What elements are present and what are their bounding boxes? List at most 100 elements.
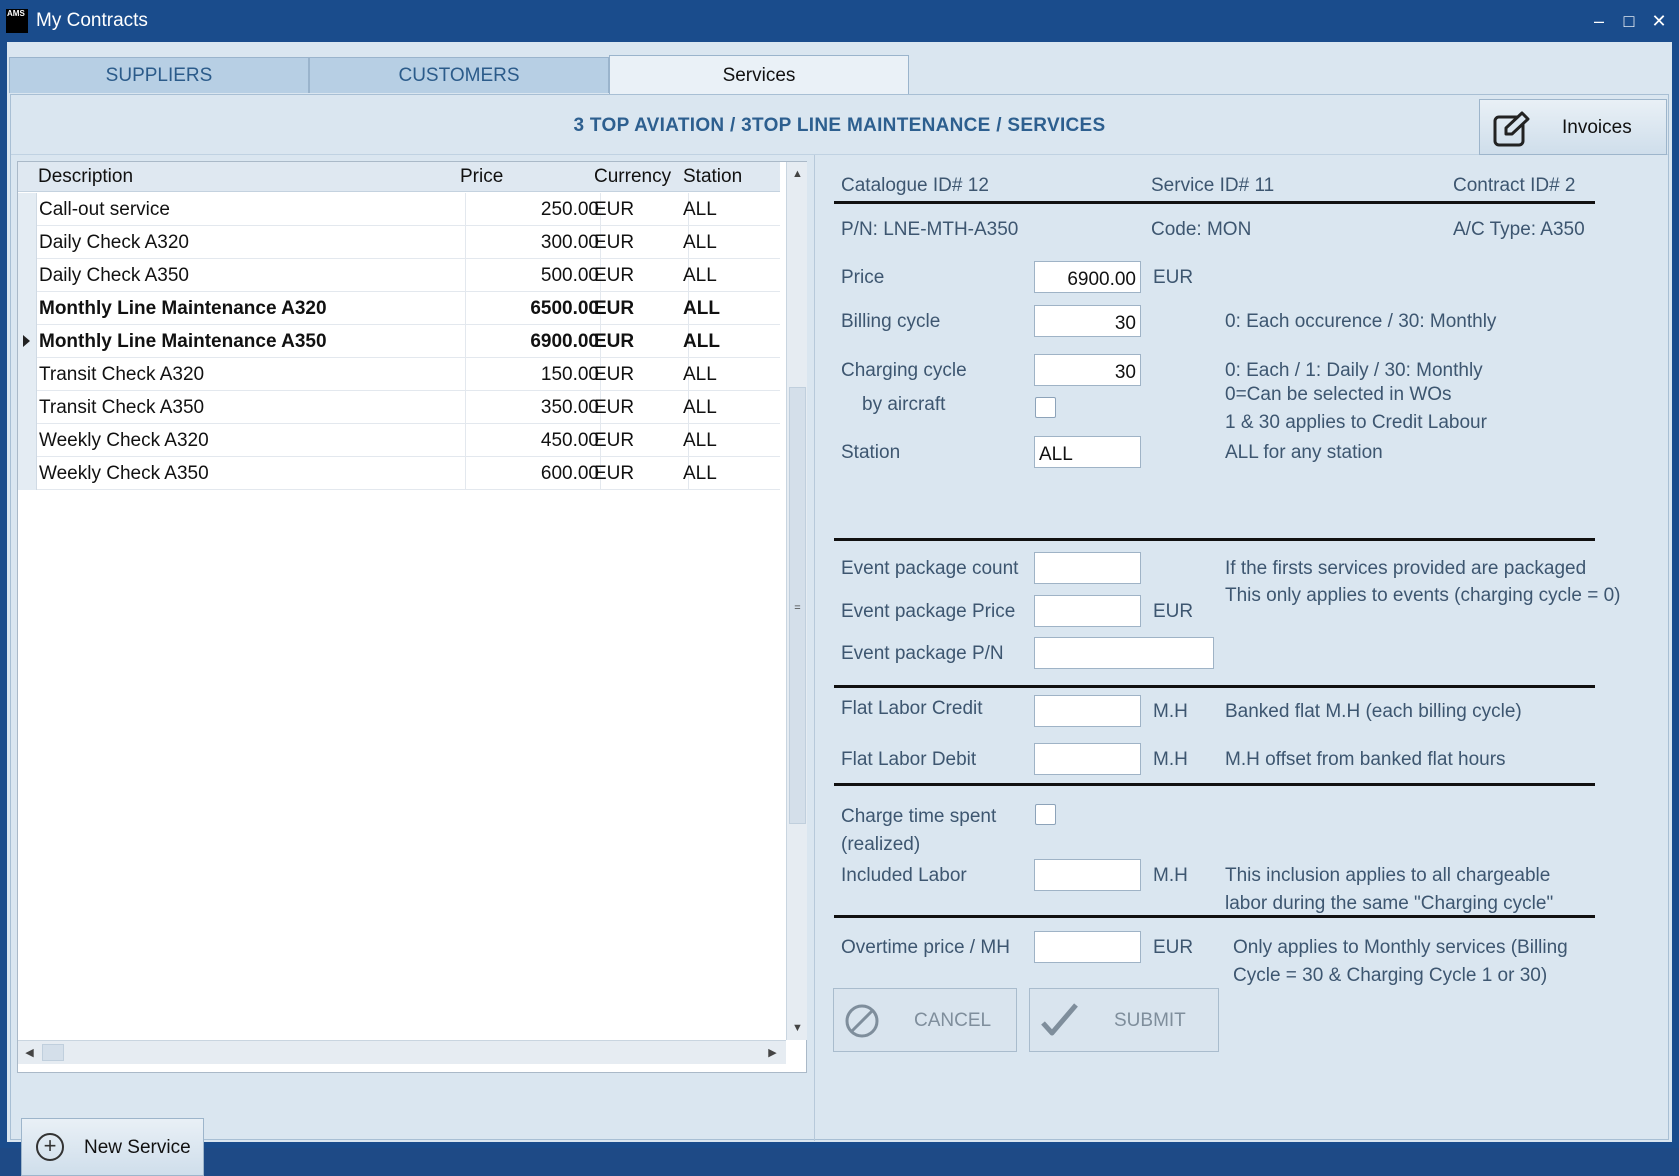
service-code: Code: MON <box>1151 219 1252 240</box>
included-labor-hint-1: This inclusion applies to all chargeable <box>1225 865 1551 886</box>
flat-labor-credit-unit: M.H <box>1153 701 1188 722</box>
cell-station: ALL <box>683 364 717 385</box>
charge-time-spent-checkbox[interactable] <box>1035 804 1056 825</box>
scroll-down-icon[interactable]: ▼ <box>788 1018 807 1038</box>
col-station[interactable]: Station <box>683 166 742 188</box>
cancel-icon <box>845 1004 879 1038</box>
cell-currency: EUR <box>594 232 635 253</box>
table-row[interactable]: Monthly Line Maintenance A320 6500.00 EUR A… <box>18 292 780 325</box>
price-input[interactable] <box>1034 261 1141 293</box>
contract-id: Contract ID# 2 <box>1453 175 1576 196</box>
event-package-pn-input[interactable] <box>1034 637 1214 669</box>
charge-time-spent-label-2: (realized) <box>841 834 921 855</box>
vertical-scrollbar[interactable]: ▲ = ▼ <box>786 162 807 1040</box>
table-row[interactable]: Daily Check A350 500.00 EUR ALL <box>18 259 780 292</box>
event-package-price-unit: EUR <box>1153 601 1194 622</box>
table-row[interactable]: Transit Check A350 350.00 EUR ALL <box>18 391 780 424</box>
station-input[interactable] <box>1034 436 1141 468</box>
row-selector[interactable] <box>18 193 37 226</box>
hscroll-thumb[interactable] <box>42 1044 64 1061</box>
flat-labor-debit-unit: M.H <box>1153 749 1188 770</box>
row-selector[interactable] <box>18 424 37 457</box>
table-row[interactable]: Transit Check A320 150.00 EUR ALL <box>18 358 780 391</box>
cell-station: ALL <box>683 298 720 319</box>
minimize-button[interactable]: – <box>1584 6 1614 36</box>
cell-price: 300.00 <box>540 232 599 253</box>
table-row[interactable]: Weekly Check A350 600.00 EUR ALL <box>18 457 780 490</box>
table-row[interactable]: Call-out service 250.00 EUR ALL <box>18 193 780 226</box>
cell-price: 250.00 <box>540 199 599 220</box>
tab-suppliers[interactable]: SUPPLIERS <box>9 57 309 93</box>
event-package-count-input[interactable] <box>1034 552 1141 584</box>
services-grid[interactable]: Description Price Currency Station Call-… <box>17 161 807 1073</box>
section-divider <box>834 201 1595 204</box>
table-row[interactable]: Monthly Line Maintenance A350 6900.00 EUR A… <box>18 325 780 358</box>
window-title: My Contracts <box>36 10 148 31</box>
event-package-hint-1: If the firsts services provided are pack… <box>1225 558 1587 579</box>
event-package-price-input[interactable] <box>1034 595 1141 627</box>
cell-currency: EUR <box>594 463 635 484</box>
scroll-up-icon[interactable]: ▲ <box>788 164 807 184</box>
splitter-grip-icon[interactable]: = <box>788 598 807 618</box>
maximize-button[interactable]: □ <box>1614 6 1644 36</box>
cell-currency: EUR <box>594 199 635 220</box>
row-selector[interactable] <box>18 457 37 490</box>
row-selector[interactable] <box>18 292 37 325</box>
flat-labor-debit-hint: M.H offset from banked flat hours <box>1225 749 1506 770</box>
cell-station: ALL <box>683 232 717 253</box>
invoices-button[interactable]: Invoices <box>1479 99 1667 155</box>
row-selector[interactable] <box>18 259 37 292</box>
services-panel: 3 TOP AVIATION / 3TOP LINE MAINTENANCE /… <box>10 94 1669 1176</box>
row-selector[interactable] <box>18 226 37 259</box>
panel-divider[interactable] <box>814 155 815 1141</box>
app-icon: AMS <box>6 9 28 33</box>
cell-price: 150.00 <box>540 364 599 385</box>
service-id: Service ID# 11 <box>1151 175 1275 196</box>
scroll-right-icon[interactable]: ▶ <box>763 1043 782 1063</box>
cell-description: Transit Check A350 <box>39 397 205 418</box>
included-labor-hint-2: labor during the same "Charging cycle" <box>1225 893 1554 914</box>
flat-labor-debit-input[interactable] <box>1034 743 1141 775</box>
row-selector[interactable] <box>18 358 37 391</box>
event-package-price-label: Event package Price <box>841 601 1016 622</box>
cell-description: Daily Check A320 <box>39 232 189 253</box>
cell-currency: EUR <box>594 430 635 451</box>
new-service-button[interactable]: + New Service <box>21 1118 204 1176</box>
cell-price: 6500.00 <box>530 298 599 319</box>
horizontal-scrollbar[interactable]: ◀ ▶ <box>18 1040 786 1064</box>
billing-cycle-label: Billing cycle <box>841 311 941 332</box>
section-divider <box>834 783 1595 786</box>
title-bar: AMS My Contracts – □ ✕ <box>0 0 1679 42</box>
overtime-price-input[interactable] <box>1034 931 1141 963</box>
charging-cycle-hint-2: 0=Can be selected in WOs <box>1225 384 1452 405</box>
station-hint: ALL for any station <box>1225 442 1383 463</box>
charging-cycle-input[interactable] <box>1034 354 1141 386</box>
cell-station: ALL <box>683 265 717 286</box>
row-selector[interactable] <box>18 391 37 424</box>
cancel-button[interactable]: CANCEL <box>833 988 1017 1052</box>
table-row[interactable]: Daily Check A320 300.00 EUR ALL <box>18 226 780 259</box>
tab-services[interactable]: Services <box>609 55 909 95</box>
submit-button[interactable]: SUBMIT <box>1029 988 1219 1052</box>
table-row[interactable]: Weekly Check A320 450.00 EUR ALL <box>18 424 780 457</box>
scroll-left-icon[interactable]: ◀ <box>20 1043 39 1063</box>
cell-station: ALL <box>683 430 717 451</box>
row-selector[interactable] <box>18 325 37 358</box>
billing-cycle-hint: 0: Each occurence / 30: Monthly <box>1225 311 1497 332</box>
by-aircraft-checkbox[interactable] <box>1035 397 1056 418</box>
billing-cycle-input[interactable] <box>1034 305 1141 337</box>
flat-labor-credit-input[interactable] <box>1034 695 1141 727</box>
col-price[interactable]: Price <box>460 166 503 188</box>
included-labor-input[interactable] <box>1034 859 1141 891</box>
close-button[interactable]: ✕ <box>1644 6 1674 36</box>
col-description[interactable]: Description <box>38 166 133 188</box>
new-service-label: New Service <box>84 1137 191 1158</box>
col-currency[interactable]: Currency <box>594 166 671 188</box>
cell-price: 450.00 <box>540 430 599 451</box>
tab-customers[interactable]: CUSTOMERS <box>309 57 609 93</box>
charging-cycle-label: Charging cycle <box>841 360 967 381</box>
current-row-arrow-icon <box>23 335 30 347</box>
cell-currency: EUR <box>594 397 635 418</box>
checkmark-icon <box>1041 1003 1078 1036</box>
page-title: 3 TOP AVIATION / 3TOP LINE MAINTENANCE /… <box>573 115 1106 136</box>
